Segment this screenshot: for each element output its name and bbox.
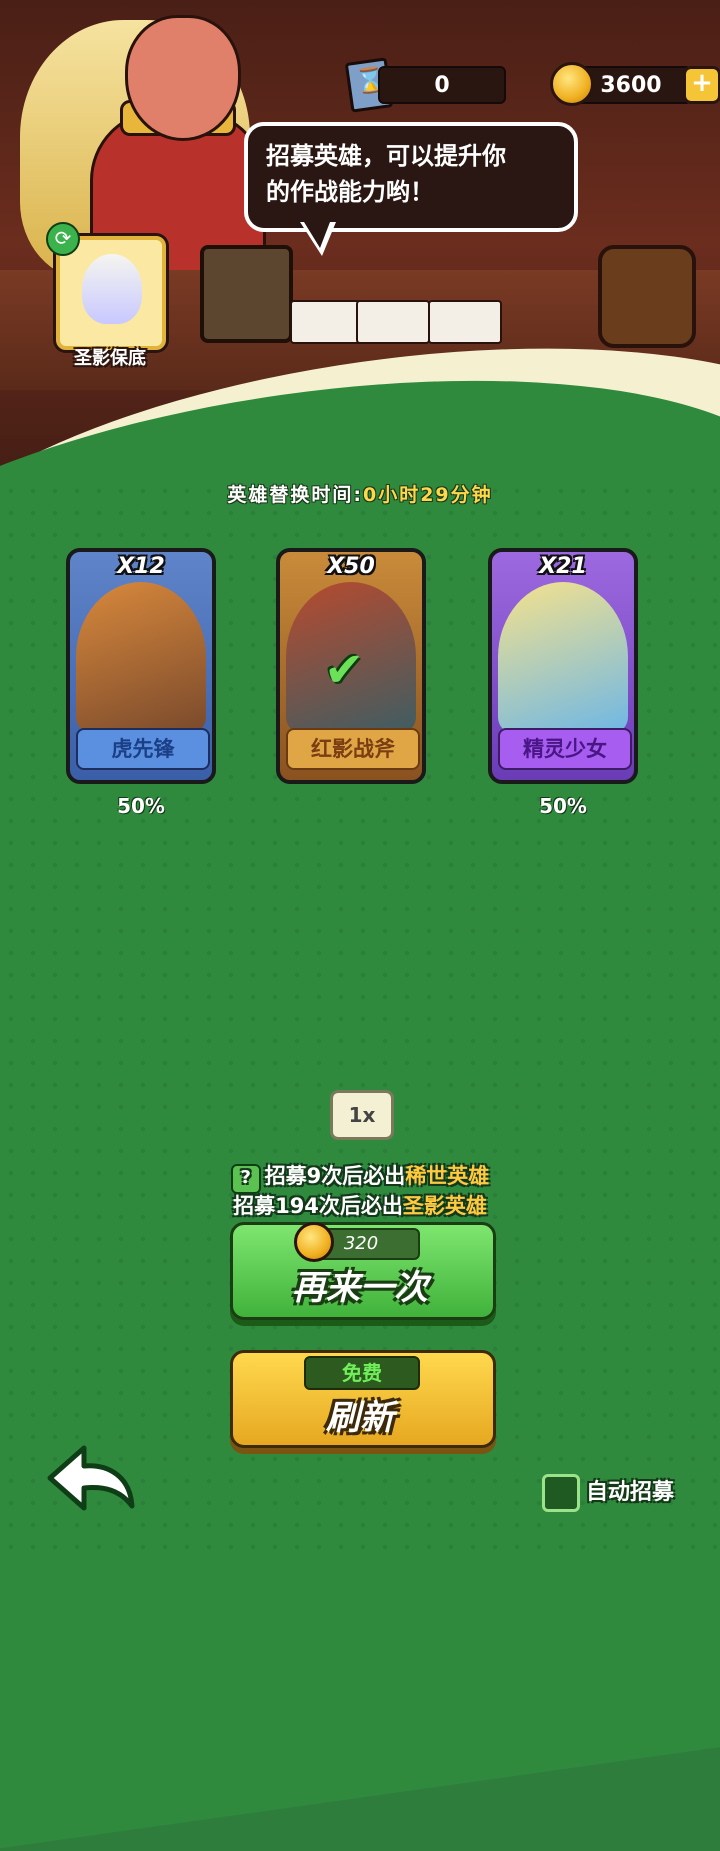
hero-card-tiger[interactable]: X12 虎先锋 bbox=[66, 548, 216, 784]
ticket-counter: 0 bbox=[378, 66, 506, 104]
recruit-again-label: 再来一次 bbox=[292, 1268, 428, 1308]
timer-label: 英雄替换时间: bbox=[227, 484, 363, 506]
auto-recruit-checkbox[interactable] bbox=[542, 1474, 580, 1512]
hero-name: 红影战斧 bbox=[286, 728, 420, 770]
npc-face bbox=[125, 15, 241, 141]
pity-line-holy: 招募194次后必出圣影英雄 bbox=[0, 1190, 720, 1220]
pity-highlight: 圣影英雄 bbox=[402, 1194, 487, 1218]
speech-line-2: 的作战能力哟！ bbox=[266, 178, 434, 206]
ticket-count: 0 bbox=[434, 72, 450, 98]
npc-speech-bubble: 招募英雄，可以提升你 的作战能力哟！ bbox=[244, 122, 578, 232]
playing-card bbox=[356, 300, 430, 344]
refresh-icon: ⟳ bbox=[46, 222, 80, 256]
barrel-decoration bbox=[598, 245, 696, 348]
hero-art bbox=[498, 582, 628, 732]
hero-count: X50 bbox=[327, 554, 375, 579]
coin-icon bbox=[294, 1222, 334, 1262]
hero-name: 虎先锋 bbox=[76, 728, 210, 770]
mug-decoration bbox=[200, 245, 293, 343]
hero-rate: 50% bbox=[539, 794, 587, 818]
coin-count: 3600 bbox=[600, 72, 662, 98]
pity-text: 招募9次后必出 bbox=[264, 1164, 406, 1188]
multiplier-toggle[interactable]: 1x bbox=[330, 1090, 394, 1140]
bubble-tail-inner bbox=[304, 222, 330, 248]
hero-rate: 50% bbox=[117, 794, 165, 818]
playing-card bbox=[290, 300, 364, 344]
auto-recruit-label[interactable]: 自动招募 bbox=[586, 1474, 674, 1506]
refresh-label: 刷新 bbox=[326, 1398, 394, 1438]
hero-name: 精灵少女 bbox=[498, 728, 632, 770]
coin-icon bbox=[550, 62, 594, 106]
pity-text: 招募194次后必出 bbox=[233, 1194, 403, 1218]
hero-card-elf-girl[interactable]: X21 精灵少女 bbox=[488, 548, 638, 784]
hero-count: X21 bbox=[539, 554, 587, 579]
check-icon: ✔ bbox=[324, 642, 365, 698]
hero-portrait-art bbox=[82, 254, 142, 324]
playing-card bbox=[428, 300, 502, 344]
guarantee-label: 圣影保底 bbox=[74, 348, 146, 369]
pity-highlight: 稀世英雄 bbox=[405, 1164, 490, 1188]
add-coins-button[interactable]: + bbox=[683, 66, 720, 104]
free-badge: 免费 bbox=[304, 1356, 420, 1390]
pity-line-rare: ? 招募9次后必出稀世英雄 bbox=[0, 1160, 720, 1194]
speech-line-1: 招募英雄，可以提升你 bbox=[266, 142, 506, 170]
hero-art bbox=[76, 582, 206, 732]
hero-swap-timer: 英雄替换时间:0小时29分钟 bbox=[0, 480, 720, 507]
back-arrow-icon[interactable] bbox=[44, 1444, 136, 1514]
timer-value: 0小时29分钟 bbox=[362, 484, 493, 506]
hero-count: X12 bbox=[117, 554, 165, 579]
